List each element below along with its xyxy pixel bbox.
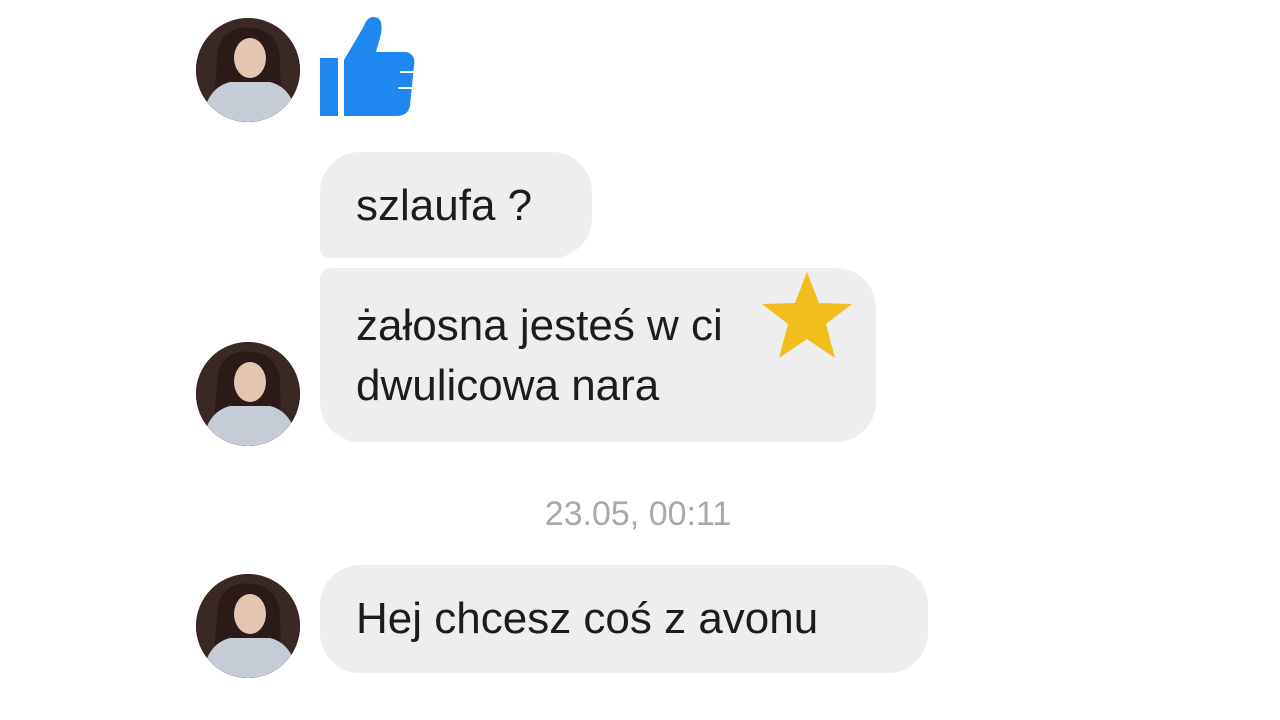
message-text: szlaufa ? — [356, 181, 533, 230]
message-text-line: dwulicowa nara — [356, 361, 660, 410]
avatar[interactable] — [196, 18, 300, 122]
message-timestamp: 23.05, 00:11 — [544, 495, 732, 533]
star-icon — [760, 270, 854, 362]
message-text: Hej chcesz coś z avonu — [356, 594, 819, 643]
avatar[interactable] — [196, 574, 300, 678]
message-bubble[interactable]: szlaufa ? — [320, 152, 592, 258]
avatar[interactable] — [196, 342, 300, 446]
message-bubble[interactable]: Hej chcesz coś z avonu — [320, 565, 928, 673]
chat-thread: szlaufa ? żałosna jesteś w ci dwulicowa … — [0, 0, 1280, 720]
thumbs-up-icon[interactable] — [316, 12, 420, 120]
